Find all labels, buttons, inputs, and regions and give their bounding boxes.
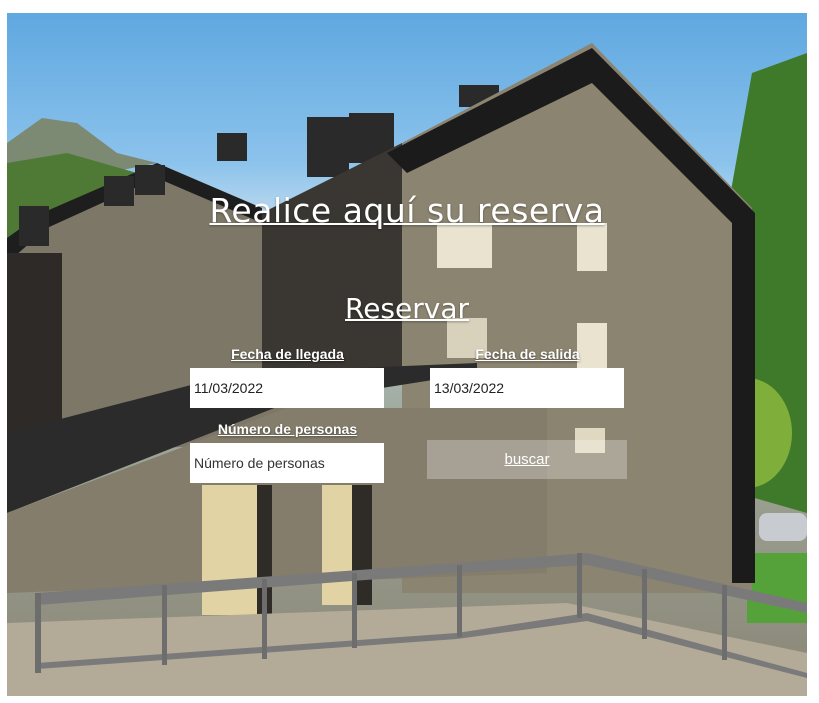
booking-overlay: Realice aquí su reserva Reservar Fecha d… xyxy=(7,13,807,696)
arrival-date-label: Fecha de llegada xyxy=(231,346,344,362)
people-count-label: Número de personas xyxy=(217,421,358,437)
departure-date-label: Fecha de salida xyxy=(475,346,580,362)
people-count-input[interactable] xyxy=(190,443,384,483)
search-button[interactable]: buscar xyxy=(427,440,627,479)
page-title: Realice aquí su reserva xyxy=(209,191,605,230)
departure-date-input[interactable] xyxy=(430,368,624,408)
section-title: Reservar xyxy=(345,292,469,325)
hero-background: Realice aquí su reserva Reservar Fecha d… xyxy=(7,13,807,696)
arrival-date-input[interactable] xyxy=(190,368,384,408)
